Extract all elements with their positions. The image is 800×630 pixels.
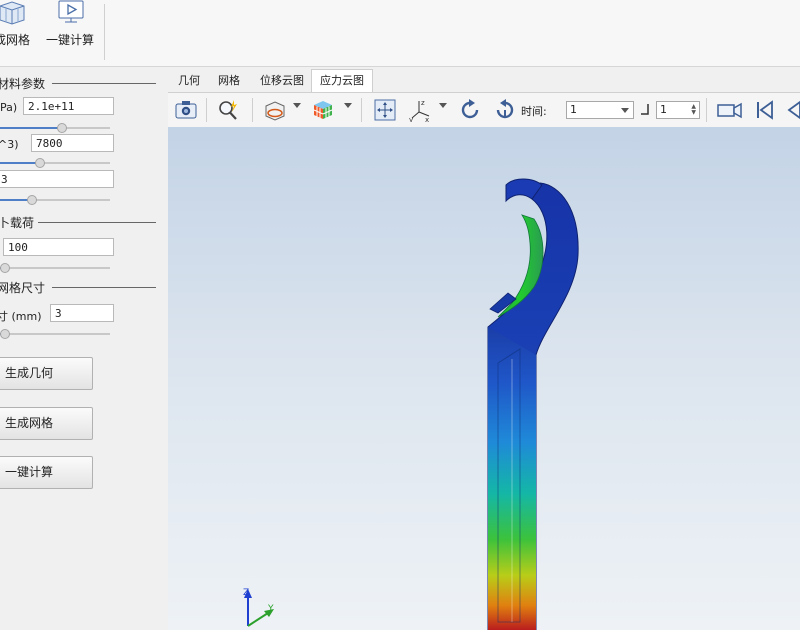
generate-geometry-button[interactable]: 生成几何 [0,357,93,390]
mesh-size-input[interactable]: 3 [50,304,114,322]
mesh-size-slider[interactable] [0,333,110,335]
compute-button[interactable]: 一键计算 [0,456,93,489]
time-select[interactable]: 1 [566,101,634,119]
svg-text:y: y [409,116,413,122]
youngs-modulus-label: Pa) [0,101,18,114]
rotate-cw-icon[interactable] [493,98,517,122]
youngs-modulus-input[interactable]: 2.1e+11 [23,97,114,115]
ribbon-compute-label: 一键计算 [45,33,94,47]
play-monitor-icon [56,0,86,27]
chevron-down-icon[interactable] [344,103,352,108]
first-frame-icon[interactable] [753,98,777,122]
color-cube-icon[interactable] [311,98,335,122]
step-spinbox[interactable]: 1 ▲ ▼ [656,101,700,119]
load-input[interactable]: 100 [3,238,114,256]
load-slider[interactable] [0,267,110,269]
third-parameter-slider-handle[interactable] [27,195,37,205]
youngs-modulus-slider-handle[interactable] [57,123,67,133]
density-slider-handle[interactable] [35,158,45,168]
load-section-title: 卜载荷 [0,216,35,230]
material-section-title: 材料参数 [0,77,46,91]
toolbar-divider [206,98,207,122]
axes-icon[interactable]: z x y [409,98,433,124]
step-spinbox-value: 1 [660,103,667,116]
tab-mesh[interactable]: 网格 [210,70,248,92]
youngs-modulus-slider-fill [0,127,61,129]
section-divider [52,287,156,288]
ribbon-divider [104,4,105,60]
third-parameter-input[interactable]: 3 [0,170,114,188]
parameter-panel: 材料参数 Pa) 2.1e+11 ^3) 7800 3 卜载荷 100 网格尺寸… [0,67,168,630]
density-input[interactable]: 7800 [31,134,114,152]
ribbon-mesh-button[interactable]: 成网格 [0,0,42,60]
zoom-icon[interactable] [217,98,241,122]
toolbar-divider [706,98,707,122]
spin-arrows-icon[interactable]: ▲ ▼ [691,104,696,116]
ribbon-mesh-label: 成网格 [0,33,30,47]
load-slider-handle[interactable] [0,263,10,273]
axis-y-label: Y [267,604,274,614]
svg-text:z: z [421,99,425,107]
mesh-size-label: 寸 (mm) [0,310,42,323]
chevron-down-icon[interactable] [293,103,301,108]
section-divider [38,222,156,223]
fit-view-icon[interactable] [373,98,397,122]
time-label: 时间: [521,105,547,118]
view-toolbar: z x y 时间: 1 1 ▲ ▼ [168,92,800,128]
mesh-size-slider-handle[interactable] [0,329,10,339]
svg-text:x: x [425,116,429,122]
rotate-ccw-icon[interactable] [458,98,482,122]
generate-mesh-button[interactable]: 生成网格 [0,407,93,440]
axis-z-label: Z [243,588,249,598]
stress-model-render: Z Y [243,178,579,630]
mesh-section-title: 网格尺寸 [0,281,46,295]
density-label: ^3) [0,138,19,151]
density-slider-fill [0,162,39,164]
prev-frame-icon[interactable] [785,98,800,122]
toolbar-divider [252,98,253,122]
chevron-down-icon [621,108,629,113]
tab-displacement[interactable]: 位移云图 [252,70,312,92]
mesh-cube-icon [0,0,28,29]
stress-contour-viewport[interactable]: Z Y [168,127,800,630]
record-video-icon[interactable] [716,98,742,122]
time-select-value: 1 [570,103,577,116]
camera-icon[interactable] [174,98,198,122]
view-tabs: 几何 网格 位移云图 应力云图 [168,69,800,92]
section-divider [52,83,156,84]
ribbon-compute-button[interactable]: 一键计算 [42,0,98,60]
tab-stress[interactable]: 应力云图 [311,69,373,92]
chevron-down-icon[interactable] [439,103,447,108]
tab-geometry[interactable]: 几何 [170,70,208,92]
toolbar-divider [361,98,362,122]
ribbon: 成网格 一键计算 [0,0,800,67]
section-view-icon[interactable] [263,98,287,122]
